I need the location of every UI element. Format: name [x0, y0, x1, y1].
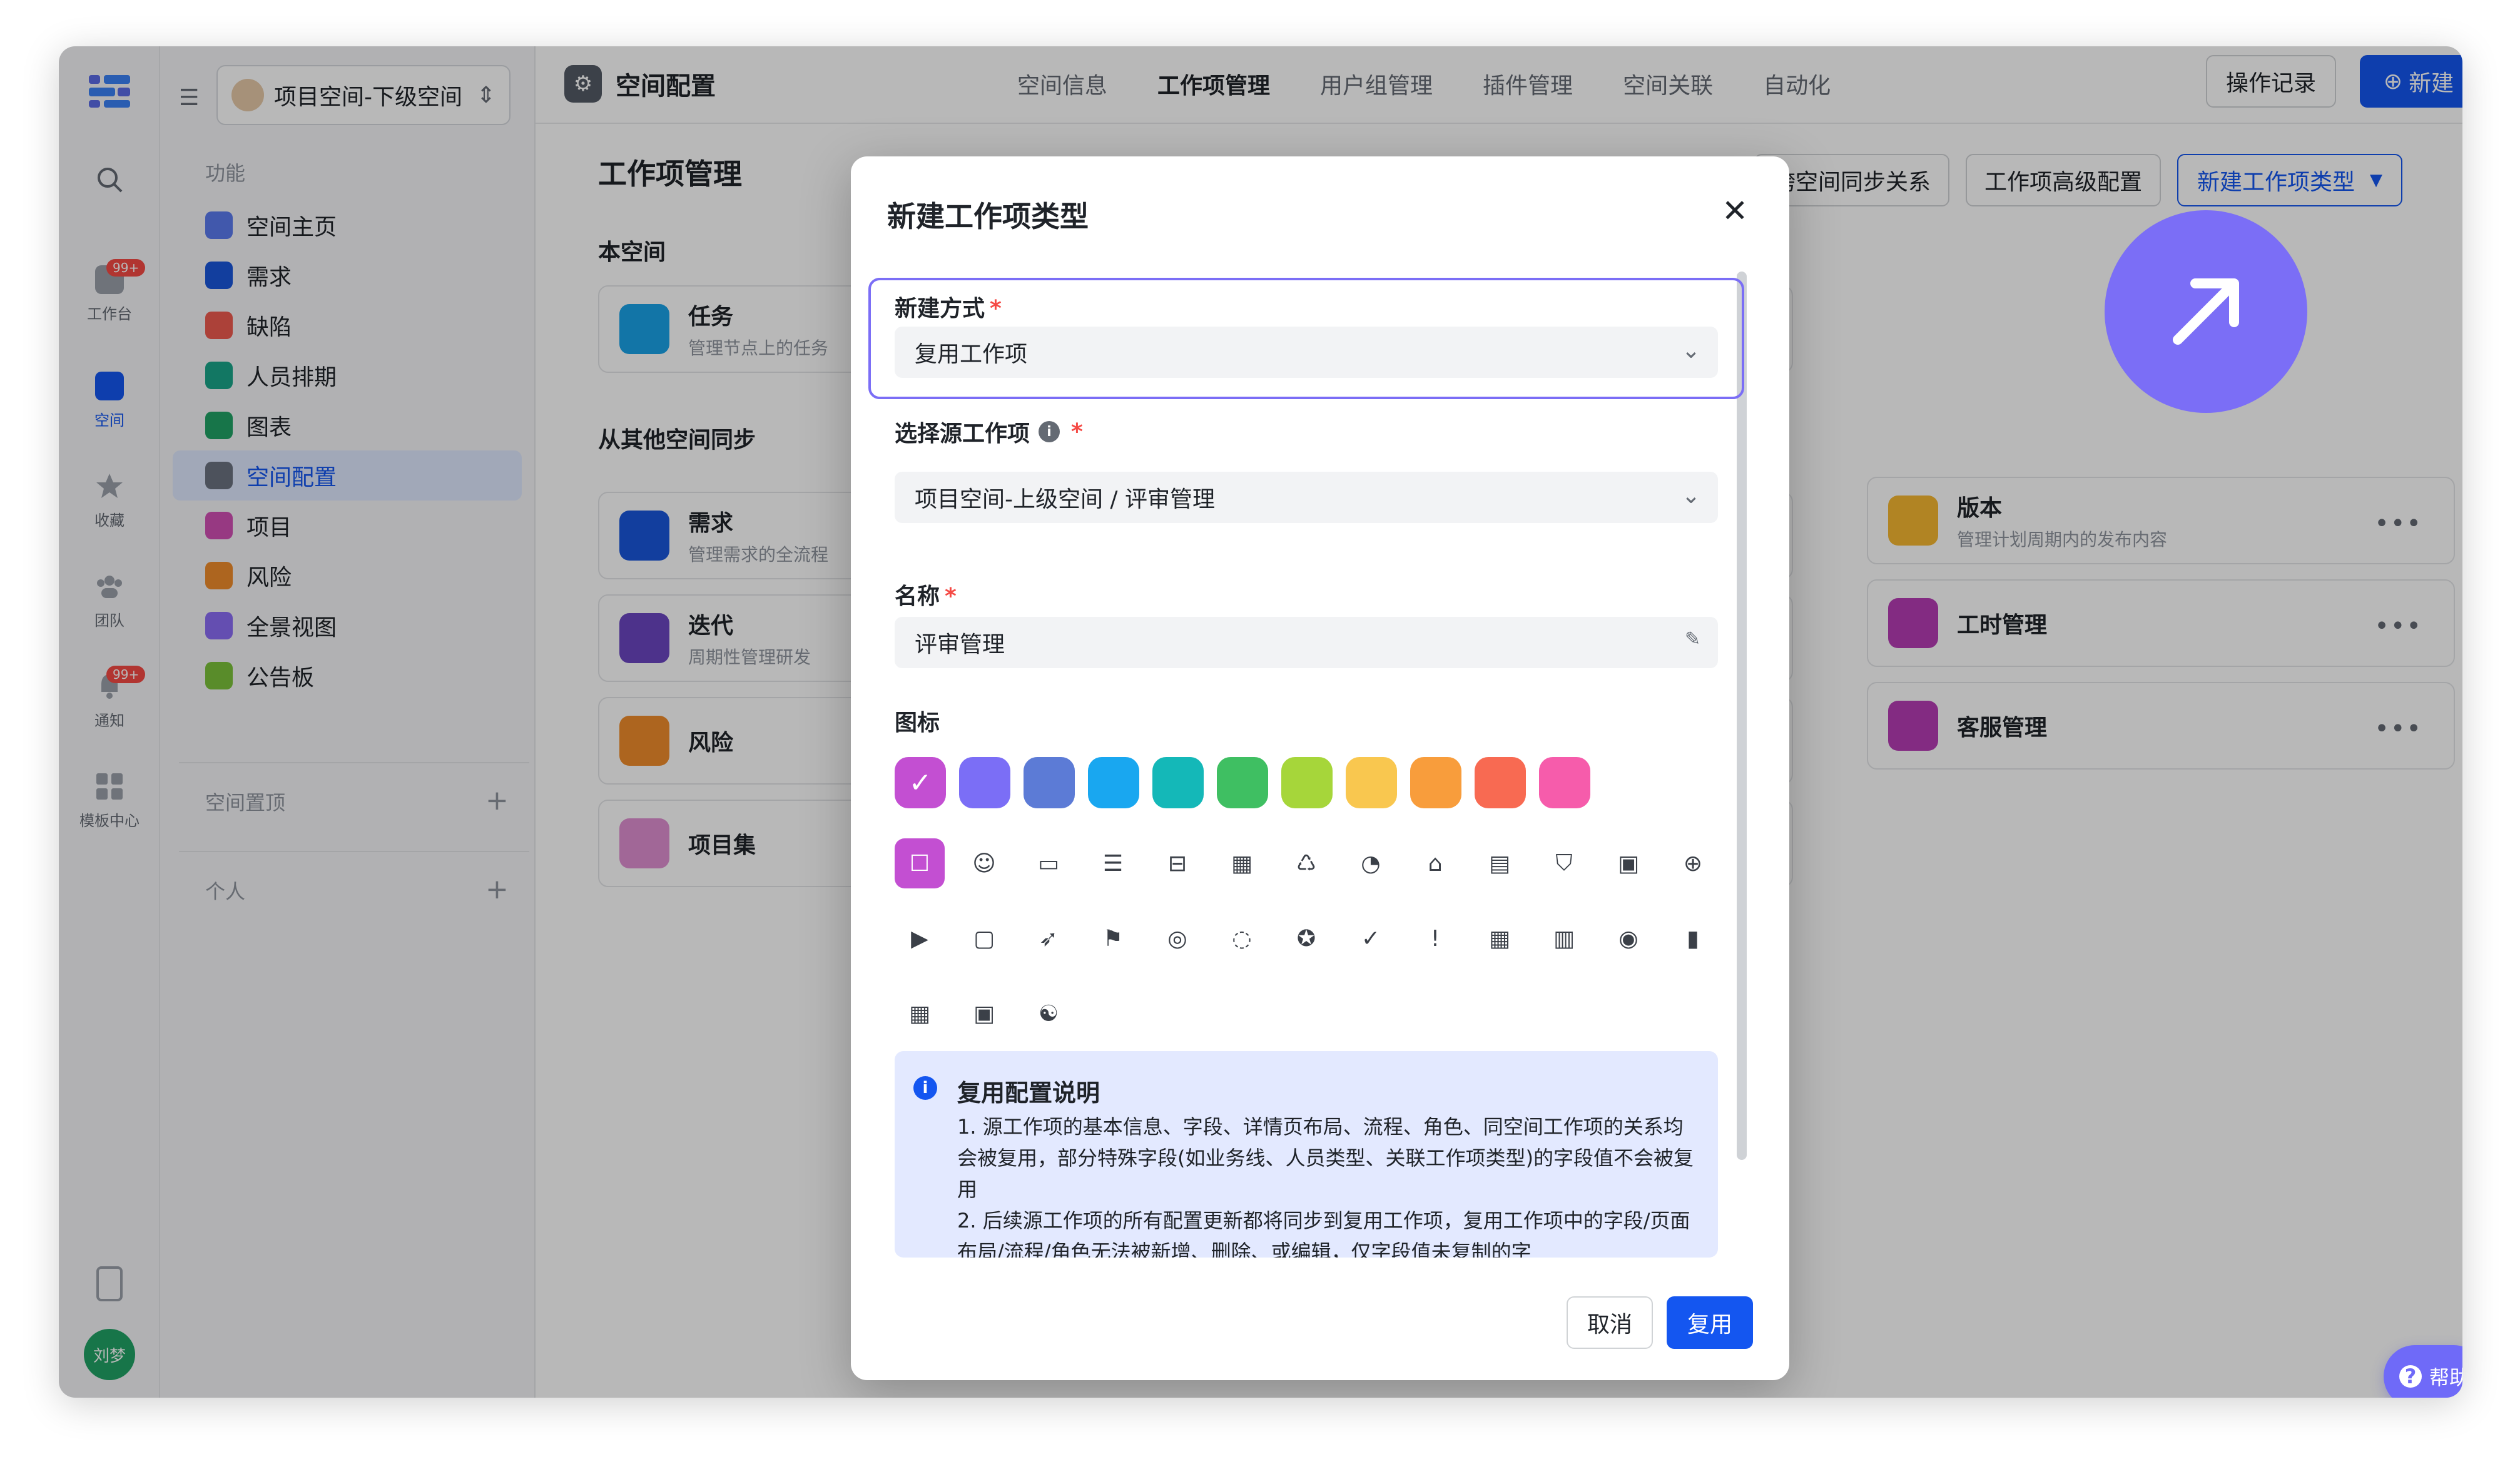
dialog-title: 新建工作项类型	[887, 200, 1089, 233]
cancel-button[interactable]: 取消	[1567, 1296, 1653, 1349]
color-swatch[interactable]	[1539, 757, 1590, 808]
info-icon[interactable]: i	[1039, 421, 1060, 442]
notice-text: 1. 源工作项的基本信息、字段、详情页布局、流程、角色、同空间工作项的关系均会被…	[957, 1115, 1694, 1258]
qr-icon[interactable]: ▣	[959, 989, 1009, 1039]
color-swatch[interactable]	[1217, 757, 1268, 808]
bookmark-icon[interactable]: ☐	[895, 838, 945, 888]
color-swatch[interactable]	[1152, 757, 1204, 808]
help-label: 帮助	[2429, 1366, 2462, 1390]
bar-chart-icon[interactable]: ▮	[1668, 913, 1718, 963]
method-value: 复用工作项	[915, 342, 1028, 367]
chart-box-icon[interactable]: ▥	[1539, 913, 1589, 963]
rocket-icon[interactable]: ➶	[1024, 913, 1074, 963]
pie-icon[interactable]: ◔	[1346, 838, 1396, 888]
book-icon[interactable]: ▤	[1475, 838, 1525, 888]
stack-icon[interactable]: ⊟	[1152, 838, 1202, 888]
list-icon[interactable]: ☰	[1088, 838, 1138, 888]
icon-label: 图标	[895, 710, 940, 736]
info-icon: i	[913, 1076, 937, 1100]
color-swatch[interactable]	[1281, 757, 1333, 808]
archive-icon[interactable]: ▣	[1603, 838, 1654, 888]
app-window: 99+ 工作台 空间 收藏 团队 99+ 通知 模板中心 刘梦 ☰ 项目空间-下…	[59, 46, 2462, 1398]
table-icon[interactable]: ▦	[1475, 913, 1525, 963]
name-input[interactable]: 评审管理 ✎	[895, 617, 1718, 668]
edit-icon[interactable]: ✎	[1685, 628, 1700, 650]
confirm-reuse-button[interactable]: 复用	[1667, 1296, 1753, 1349]
scrollbar[interactable]	[1737, 272, 1747, 1160]
globe-icon[interactable]: ⊕	[1668, 838, 1718, 888]
new-type-dialog: 新建工作项类型 ✕ 新建方式 * 复用工作项 ⌄ 选择源工作项 i * 项目空间-上级…	[851, 156, 1789, 1380]
close-icon[interactable]: ✕	[1722, 193, 1748, 229]
shield-icon[interactable]: ⛉	[1539, 838, 1589, 888]
color-swatch[interactable]: ✓	[895, 757, 946, 808]
folder-icon[interactable]: ▢	[959, 913, 1009, 963]
chevron-down-icon: ⌄	[1681, 483, 1700, 509]
trophy-icon[interactable]: ⌂	[1410, 838, 1460, 888]
question-icon: ?	[2399, 1365, 2422, 1388]
widget-icon[interactable]: ▦	[895, 989, 945, 1039]
name-label: 名称 *	[895, 584, 957, 609]
grid-icon[interactable]: ▦	[1217, 838, 1267, 888]
swirl-icon[interactable]: ☯	[1024, 989, 1074, 1039]
smile-icon[interactable]: ☺	[959, 838, 1009, 888]
alert-circle-icon[interactable]: !	[1410, 913, 1460, 963]
chevron-down-icon: ⌄	[1681, 338, 1700, 363]
name-value: 评审管理	[915, 632, 1005, 658]
color-swatch[interactable]	[1024, 757, 1075, 808]
card-icon[interactable]: ▭	[1024, 838, 1074, 888]
method-label: 新建方式 *	[895, 296, 1002, 322]
arrow-up-right-icon	[2105, 210, 2307, 413]
target-icon[interactable]: ◎	[1152, 913, 1202, 963]
notice-title: 复用配置说明	[957, 1079, 1100, 1107]
color-swatch[interactable]	[1410, 757, 1461, 808]
color-swatch[interactable]	[1475, 757, 1526, 808]
color-swatch[interactable]	[959, 757, 1010, 808]
help-button[interactable]: ? 帮助	[2384, 1345, 2462, 1398]
check-circle-icon[interactable]: ✓	[1346, 913, 1396, 963]
recycle-icon[interactable]: ♺	[1281, 838, 1331, 888]
check-icon: ✓	[908, 766, 932, 799]
method-select[interactable]: 复用工作项 ⌄	[895, 327, 1718, 378]
reuse-notice: i 复用配置说明 1. 源工作项的基本信息、字段、详情页布局、流程、角色、同空间…	[895, 1051, 1718, 1258]
dashed-circle-icon[interactable]: ◌	[1217, 913, 1267, 963]
flag-icon[interactable]: ⚑	[1088, 913, 1138, 963]
play-icon[interactable]: ▶	[895, 913, 945, 963]
user-circle-icon[interactable]: ◉	[1603, 913, 1654, 963]
color-swatch[interactable]	[1088, 757, 1139, 808]
badge-check-icon[interactable]: ✪	[1281, 913, 1331, 963]
source-value: 项目空间-上级空间 / 评审管理	[915, 487, 1216, 512]
source-label: 选择源工作项 i *	[895, 419, 1083, 447]
source-select[interactable]: 项目空间-上级空间 / 评审管理 ⌄	[895, 472, 1718, 523]
color-swatch[interactable]	[1346, 757, 1397, 808]
